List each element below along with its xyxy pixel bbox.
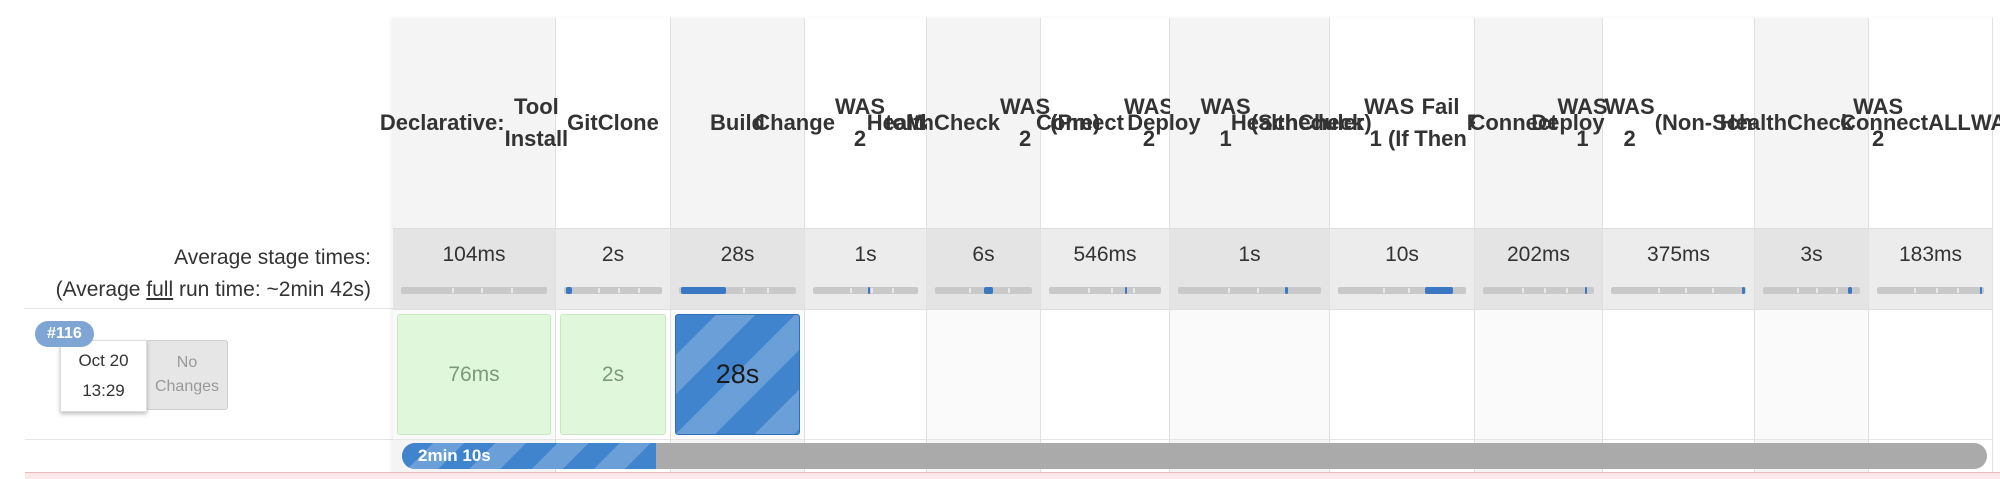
stage-average-time: 202ms: [1506, 243, 1571, 266]
stage-cell: [1869, 310, 1992, 440]
stage-column: ChangeWAS 2toMaster1s: [754, 18, 977, 478]
build-date-card[interactable]: Oct 20 13:29: [60, 340, 147, 412]
average-times-label: Average stage times: (Average full run t…: [56, 242, 371, 306]
stage-column: Deploy WAS 1 (Scheduler) 1s: [1127, 18, 1372, 478]
stage-column: ConnectALLWAS 183ms: [1840, 18, 2000, 478]
build-number-badge[interactable]: #116: [35, 321, 94, 347]
stage-header: Declarative: Tool Install: [379, 94, 569, 151]
stage-average: 1s: [1170, 228, 1329, 310]
stage-result-success[interactable]: 76ms: [397, 314, 551, 435]
stage-average-bar: [401, 287, 547, 294]
stage-average-bar: [1611, 287, 1746, 294]
build-progress-label: 2min 10s: [418, 446, 491, 465]
stage-average-bar: [1763, 287, 1860, 294]
stage-average-bar: [1178, 287, 1321, 294]
stage-average-time: 1s: [1238, 243, 1261, 266]
stage-cell[interactable]: 76ms: [393, 310, 555, 440]
stage-column: Declarative: Tool Install 104ms 76ms: [379, 18, 569, 478]
average-full-run-time: (Average full run time: ~2min 42s): [55, 278, 371, 301]
stage-average-time: 546ms: [1073, 243, 1137, 266]
stage-average-time: 3s: [1800, 243, 1823, 266]
stage-cell: [1170, 310, 1329, 440]
stage-column: HealthCheckWAS 1 (IfFail ThenRecovery) 10…: [1230, 18, 1573, 478]
stage-average: 3s: [1755, 228, 1868, 310]
stage-header: Health Check WAS 2 (Pre): [866, 94, 1101, 151]
build-date: Oct 20: [78, 351, 129, 370]
stage-header: HealthCheckWAS 1 (IfFail ThenRecovery): [1230, 94, 1573, 151]
stage-column: Connect WAS 2 546ms: [1036, 18, 1174, 478]
stage-average: 202ms: [1475, 228, 1602, 310]
stage-average-time: 375ms: [1646, 243, 1711, 266]
stage-cell: [805, 310, 926, 440]
stage-view-table: Declarative: Tool Install 104ms 76ms Git Clon…: [379, 18, 2000, 478]
stage-column: Connect WAS 1 202ms: [1469, 18, 1608, 478]
build-progress-bar[interactable]: 2min 10s: [402, 443, 1987, 469]
stage-cell: [1330, 310, 1474, 440]
stage-cell[interactable]: 28s: [671, 310, 804, 440]
stage-average-time: 28s: [720, 243, 755, 266]
stage-column: Health Check WAS 2 (Pre) 6s: [866, 18, 1101, 478]
changes-box[interactable]: No Changes: [146, 340, 228, 410]
stage-average: 1s: [805, 228, 926, 310]
stage-cell[interactable]: 2s: [556, 310, 670, 440]
stage-average-time: 1s: [854, 243, 877, 266]
stage-average-bar: [679, 287, 796, 294]
stage-average: 183ms: [1869, 228, 1992, 310]
stage-average-bar: [1877, 287, 1984, 294]
stage-cell: [927, 310, 1040, 440]
stage-average: 375ms: [1603, 228, 1754, 310]
stage-average: 2s: [556, 228, 670, 310]
stage-average: 546ms: [1041, 228, 1169, 310]
stage-cell: [1041, 310, 1169, 440]
stage-result-running[interactable]: 28s: [675, 314, 800, 435]
stage-cell: [1755, 310, 1868, 440]
stage-average-time: 104ms: [442, 243, 506, 266]
stage-average: 10s: [1330, 228, 1474, 310]
average-stage-times: Average stage times:: [174, 246, 371, 269]
full-run-link[interactable]: full: [146, 278, 173, 301]
stage-average-time: 6s: [972, 243, 995, 266]
stage-average: 104ms: [393, 228, 555, 310]
stage-header: ConnectALLWAS: [1840, 110, 2000, 135]
stage-average-time: 10s: [1385, 243, 1419, 266]
stage-average-bar: [1483, 287, 1594, 294]
stage-column: DeployWAS 2(Non-Scheduler)375ms: [1531, 18, 1826, 478]
build-time: 13:29: [82, 381, 125, 400]
stage-average-time: 2s: [601, 243, 625, 266]
stage-column: Git Clone 2s 2s: [556, 18, 671, 478]
stage-column: Health Check WAS 2 3s: [1720, 18, 1903, 478]
stage-average: 28s: [671, 228, 804, 310]
stage-result-success[interactable]: 2s: [560, 314, 666, 435]
stage-average: 6s: [927, 228, 1040, 310]
build-history-column: Average stage times: (Average full run t…: [25, 0, 393, 478]
stage-average-bar: [1049, 287, 1161, 294]
stage-cell: [1475, 310, 1602, 440]
stage-average-bar: [564, 287, 662, 294]
stage-average-time: 183ms: [1898, 243, 1963, 266]
stage-average-bar: [935, 287, 1032, 294]
stage-header: Git Clone: [567, 110, 659, 135]
stage-average-bar: [813, 287, 918, 294]
stage-average-bar: [1338, 287, 1466, 294]
stage-column: Build 28s 28s: [671, 18, 805, 478]
stage-cell: [1603, 310, 1754, 440]
